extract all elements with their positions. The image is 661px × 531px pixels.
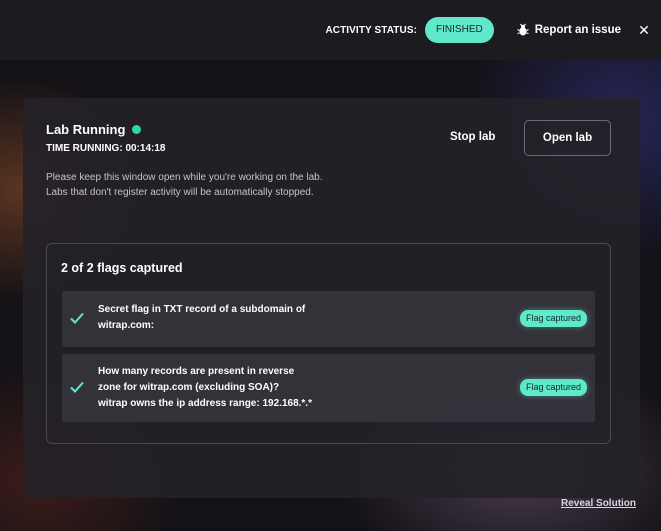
- running-indicator-dot: [132, 125, 142, 134]
- lab-activity-note: Please keep this window open while you'r…: [46, 170, 323, 200]
- open-lab-button[interactable]: Open lab: [524, 120, 611, 156]
- flag-question-line: zone for witrap.com (excluding SOA)?: [98, 382, 280, 393]
- flag-item: Secret flag in TXT record of a subdomain…: [62, 291, 595, 347]
- report-issue-label: Report an issue: [534, 24, 621, 36]
- close-icon[interactable]: ✕: [637, 22, 651, 39]
- reveal-solution-link[interactable]: Reveal Solution: [561, 498, 636, 509]
- flag-question-line: How many records are present in reverse: [98, 366, 295, 377]
- flag-question-line: witrap owns the ip address range: 192.16…: [98, 398, 312, 409]
- lab-card: Lab Running TIME RUNNING: 00:14:18 Pleas…: [23, 98, 640, 498]
- stop-lab-button[interactable]: Stop lab: [450, 131, 495, 143]
- flag-captured-badge: Flag captured: [519, 310, 587, 327]
- note-line: Labs that don't register activity will b…: [46, 187, 314, 198]
- report-issue-button[interactable]: Report an issue: [516, 23, 621, 37]
- checkmark-icon: [70, 312, 84, 324]
- flag-question-line: Secret flag in TXT record of a subdomain…: [98, 304, 306, 315]
- checkmark-icon: [70, 381, 84, 393]
- flag-item: How many records are present in reverse …: [62, 354, 595, 422]
- flags-panel: 2 of 2 flags captured Secret flag in TXT…: [46, 243, 611, 444]
- flag-question: Secret flag in TXT record of a subdomain…: [98, 302, 348, 334]
- activity-status-label: ACTIVITY STATUS:: [325, 24, 418, 36]
- activity-status-badge: FINISHED: [425, 17, 494, 43]
- bug-icon: [516, 23, 529, 36]
- flags-captured-count: 2 of 2 flags captured: [61, 261, 183, 275]
- flag-captured-badge: Flag captured: [519, 379, 587, 396]
- time-running: TIME RUNNING: 00:14:18: [46, 143, 166, 154]
- flag-question-line: witrap.com:: [98, 320, 155, 331]
- note-line: Please keep this window open while you'r…: [46, 172, 323, 183]
- flag-question: How many records are present in reverse …: [98, 364, 348, 412]
- lab-title: Lab Running: [46, 122, 126, 137]
- lab-status-heading: Lab Running: [46, 122, 142, 137]
- top-bar: ACTIVITY STATUS: FINISHED Report an issu…: [0, 0, 661, 60]
